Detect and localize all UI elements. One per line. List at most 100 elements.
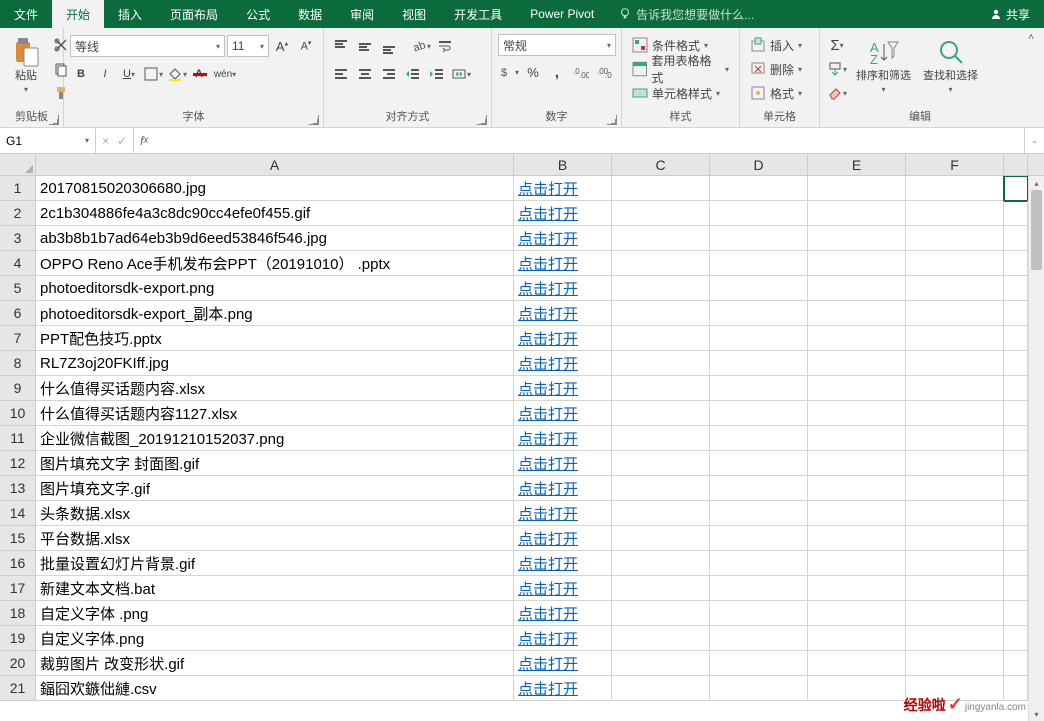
cell[interactable]: 点击打开	[514, 401, 612, 426]
cell[interactable]: OPPO Reno Ace手机发布会PPT（20191010） .pptx	[36, 251, 514, 276]
select-all-corner[interactable]	[0, 154, 36, 175]
accounting-format-button[interactable]: $▾	[498, 61, 520, 83]
clear-button[interactable]: ▾	[826, 82, 848, 104]
open-link[interactable]: 点击打开	[518, 353, 578, 374]
cell[interactable]	[612, 576, 710, 601]
row-header[interactable]: 18	[0, 601, 36, 626]
cell[interactable]	[710, 351, 808, 376]
cell[interactable]	[808, 551, 906, 576]
tab-home[interactable]: 开始	[52, 0, 104, 28]
cell[interactable]	[808, 176, 906, 201]
cell[interactable]	[1004, 551, 1028, 576]
cell[interactable]: 点击打开	[514, 301, 612, 326]
open-link[interactable]: 点击打开	[518, 578, 578, 599]
cell[interactable]	[906, 551, 1004, 576]
cell[interactable]	[1004, 626, 1028, 651]
open-link[interactable]: 点击打开	[518, 278, 578, 299]
cell[interactable]	[1004, 276, 1028, 301]
autosum-button[interactable]: Σ▾	[826, 34, 848, 56]
cell[interactable]: 点击打开	[514, 676, 612, 701]
cell[interactable]	[906, 301, 1004, 326]
cell[interactable]	[612, 476, 710, 501]
cell[interactable]: 2c1b304886fe4a3c8dc90cc4efe0f455.gif	[36, 201, 514, 226]
cell[interactable]	[808, 351, 906, 376]
row-header[interactable]: 3	[0, 226, 36, 251]
open-link[interactable]: 点击打开	[518, 678, 578, 699]
cell[interactable]: 点击打开	[514, 576, 612, 601]
number-format-select[interactable]: 常规▾	[498, 34, 616, 56]
cell[interactable]	[710, 251, 808, 276]
cell[interactable]	[710, 326, 808, 351]
cell[interactable]: 点击打开	[514, 451, 612, 476]
cell[interactable]	[612, 551, 710, 576]
clipboard-dialog-launcher[interactable]	[49, 115, 59, 125]
cell[interactable]	[808, 651, 906, 676]
cell[interactable]	[1004, 401, 1028, 426]
cell[interactable]	[906, 601, 1004, 626]
open-link[interactable]: 点击打开	[518, 553, 578, 574]
cell[interactable]	[710, 501, 808, 526]
cell[interactable]	[612, 676, 710, 701]
cell[interactable]	[906, 651, 1004, 676]
font-size-select[interactable]: 11▾	[227, 35, 269, 57]
cell[interactable]: 点击打开	[514, 251, 612, 276]
cell[interactable]	[808, 301, 906, 326]
align-top-button[interactable]	[330, 35, 352, 57]
row-header[interactable]: 19	[0, 626, 36, 651]
cell[interactable]	[1004, 651, 1028, 676]
cell[interactable]	[612, 651, 710, 676]
open-link[interactable]: 点击打开	[518, 403, 578, 424]
cell[interactable]: 点击打开	[514, 426, 612, 451]
decrease-indent-button[interactable]	[402, 63, 424, 85]
cell[interactable]	[612, 326, 710, 351]
open-link[interactable]: 点击打开	[518, 478, 578, 499]
cell[interactable]: 裁剪图片 改变形状.gif	[36, 651, 514, 676]
cell[interactable]	[1004, 201, 1028, 226]
open-link[interactable]: 点击打开	[518, 428, 578, 449]
cell[interactable]	[710, 651, 808, 676]
open-link[interactable]: 点击打开	[518, 653, 578, 674]
cell[interactable]: 企业微信截图_20191210152037.png	[36, 426, 514, 451]
cell[interactable]: 点击打开	[514, 376, 612, 401]
cell[interactable]: PPT配色技巧.pptx	[36, 326, 514, 351]
col-header-C[interactable]: C	[612, 154, 710, 175]
cell[interactable]	[808, 476, 906, 501]
open-link[interactable]: 点击打开	[518, 303, 578, 324]
delete-cells-button[interactable]: 删除▾	[746, 58, 806, 80]
share-button[interactable]: 共享	[976, 0, 1044, 28]
cell[interactable]: 点击打开	[514, 626, 612, 651]
cell[interactable]	[906, 376, 1004, 401]
comma-button[interactable]: ,	[546, 61, 568, 83]
row-header[interactable]: 15	[0, 526, 36, 551]
cell[interactable]	[710, 226, 808, 251]
cell[interactable]	[808, 576, 906, 601]
align-middle-button[interactable]	[354, 35, 376, 57]
col-header-A[interactable]: A	[36, 154, 514, 175]
cell[interactable]	[906, 226, 1004, 251]
cell[interactable]	[710, 401, 808, 426]
tab-insert[interactable]: 插入	[104, 0, 156, 28]
tab-page-layout[interactable]: 页面布局	[156, 0, 232, 28]
cell[interactable]	[612, 426, 710, 451]
insert-cells-button[interactable]: 插入▾	[746, 34, 806, 56]
cell[interactable]: RL7Z3oj20FKIff.jpg	[36, 351, 514, 376]
cell[interactable]	[808, 451, 906, 476]
tab-review[interactable]: 审阅	[336, 0, 388, 28]
cell[interactable]	[906, 476, 1004, 501]
cell[interactable]	[710, 601, 808, 626]
row-header[interactable]: 1	[0, 176, 36, 201]
cell[interactable]: 什么值得买话题内容.xlsx	[36, 376, 514, 401]
cell[interactable]	[710, 526, 808, 551]
row-header[interactable]: 2	[0, 201, 36, 226]
cell[interactable]	[612, 401, 710, 426]
cell[interactable]	[612, 451, 710, 476]
cell[interactable]: 自定义字体 .png	[36, 601, 514, 626]
cell[interactable]	[1004, 376, 1028, 401]
align-bottom-button[interactable]	[378, 35, 400, 57]
cell[interactable]	[1004, 426, 1028, 451]
cell[interactable]	[710, 301, 808, 326]
orientation-button[interactable]: ab▾	[410, 35, 432, 57]
grow-font-button[interactable]: A▴	[271, 35, 293, 57]
cell[interactable]	[612, 376, 710, 401]
cell[interactable]	[1004, 501, 1028, 526]
